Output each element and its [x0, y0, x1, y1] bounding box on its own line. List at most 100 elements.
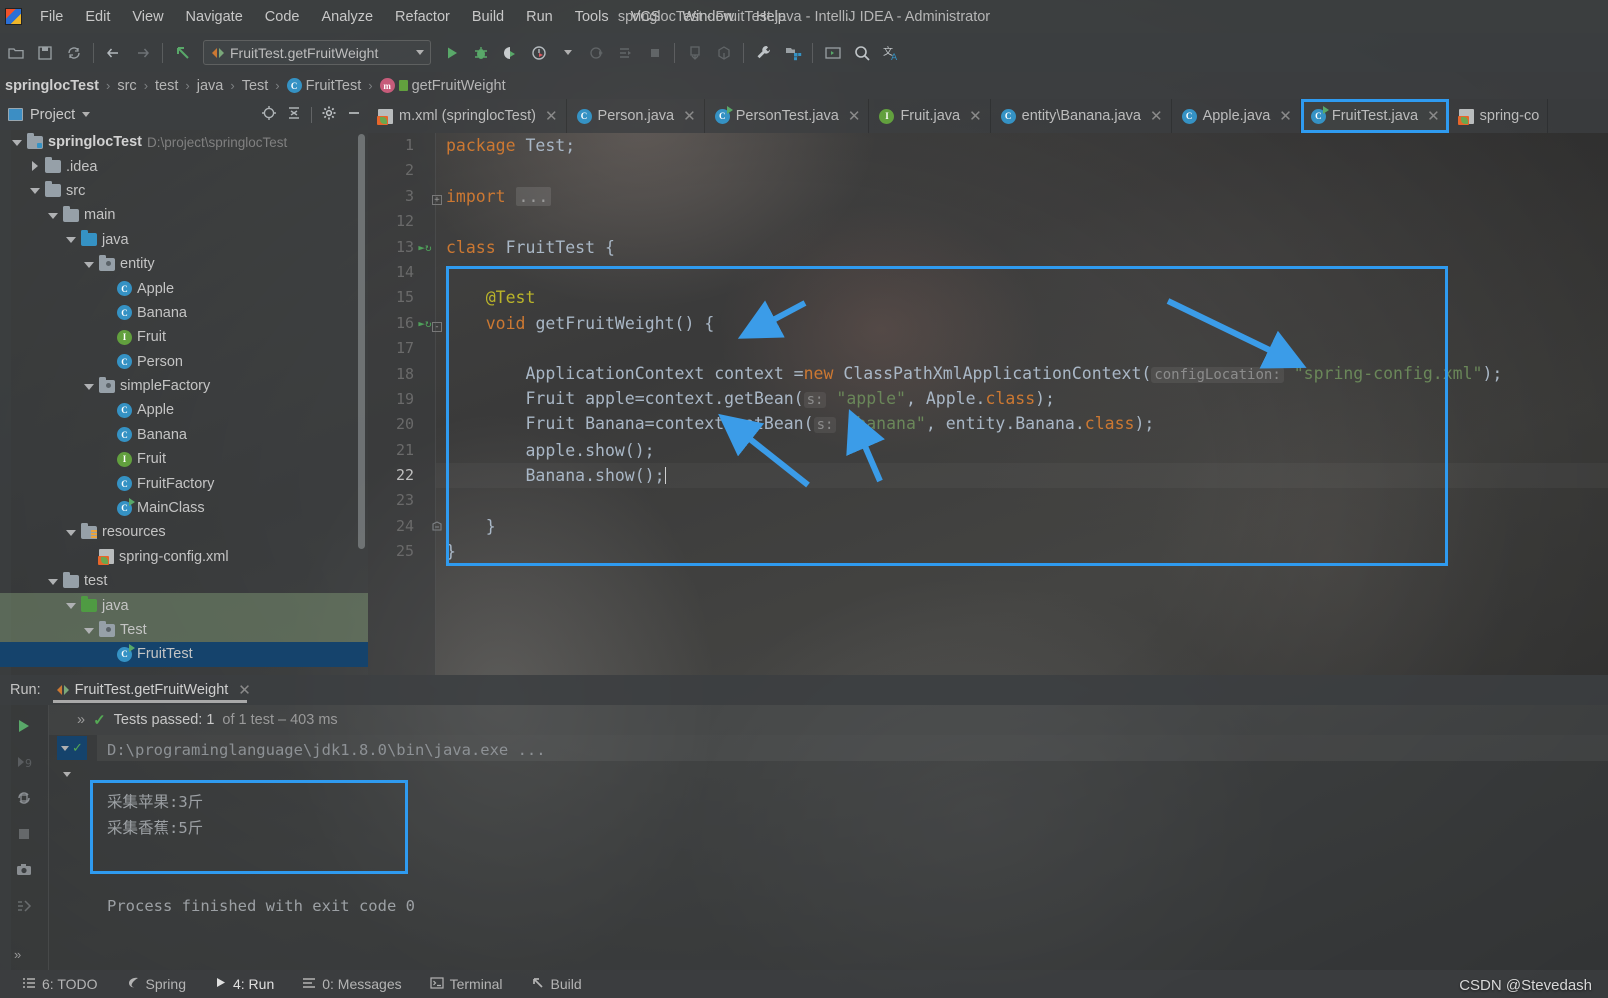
- menu-item-vcs[interactable]: VCS: [620, 5, 672, 29]
- attach-process-icon[interactable]: [583, 39, 610, 66]
- breadcrumb-item-fruittest[interactable]: C FruitTest: [284, 78, 365, 94]
- tree-item-fruittest[interactable]: C FruitTest: [0, 642, 368, 667]
- close-icon[interactable]: ✕: [683, 107, 696, 125]
- chevron-down-icon[interactable]: [65, 527, 76, 538]
- tree-item-test[interactable]: test: [0, 569, 368, 593]
- breadcrumb-item-test[interactable]: Test: [239, 78, 272, 94]
- back-arrow-icon[interactable]: [100, 39, 127, 66]
- settings-wrench-icon[interactable]: [750, 39, 777, 66]
- profiler-icon[interactable]: [525, 39, 552, 66]
- tree-item-java[interactable]: java: [0, 593, 368, 618]
- tree-item-fruit[interactable]: I Fruit: [0, 447, 368, 471]
- code-line[interactable]: 24 }: [368, 514, 1608, 539]
- breadcrumb-item-src[interactable]: src: [114, 78, 139, 94]
- open-icon[interactable]: [2, 39, 29, 66]
- code-line[interactable]: 12: [368, 209, 1608, 234]
- menu-item-window[interactable]: Window: [671, 5, 745, 29]
- chevron-down-icon[interactable]: [47, 576, 58, 587]
- menu-item-build[interactable]: Build: [461, 5, 515, 29]
- breadcrumb-item-java[interactable]: java: [194, 78, 227, 94]
- code-line[interactable]: 20 Fruit Banana=context.getBean(s: "bana…: [368, 412, 1608, 437]
- debug-icon[interactable]: [467, 39, 494, 66]
- code-content[interactable]: 1 package Test; 2 3 + import ... 12 13 ►↻ class F…: [368, 133, 1608, 675]
- code-line[interactable]: 23: [368, 488, 1608, 513]
- locate-icon[interactable]: [261, 105, 277, 125]
- editor-tab-spring-co[interactable]: spring-co: [1449, 99, 1549, 133]
- editor-tab-persontest-java[interactable]: C PersonTest.java ✕: [705, 99, 870, 133]
- console-output[interactable]: D:\programinglanguage\jdk1.8.0\bin\java.…: [49, 735, 1608, 970]
- project-tree-scrollbar[interactable]: [358, 134, 365, 549]
- menu-item-view[interactable]: View: [121, 5, 174, 29]
- editor-tab-m-xml--springloctest-[interactable]: m.xml (springlocTest) ✕: [368, 99, 567, 133]
- run-configuration-selector[interactable]: FruitTest.getFruitWeight: [203, 40, 431, 65]
- run-panel-side-toolbar[interactable]: 9: [0, 705, 48, 970]
- menu-item-run[interactable]: Run: [515, 5, 564, 29]
- commit-icon[interactable]: [710, 39, 737, 66]
- search-icon[interactable]: [848, 39, 875, 66]
- chevron-down-icon[interactable]: [83, 625, 94, 636]
- run-panel-tabbar[interactable]: Run: FruitTest.getFruitWeight ✕: [0, 675, 1608, 705]
- main-toolbar[interactable]: FruitTest.getFruitWeight 文 A: [0, 33, 1608, 72]
- code-fold-toggle[interactable]: +: [430, 184, 444, 209]
- code-line[interactable]: 19 Fruit apple=context.getBean(s: "apple…: [368, 387, 1608, 412]
- run-coverage-icon[interactable]: [496, 39, 523, 66]
- tree-item-simplefactory[interactable]: simpleFactory: [0, 374, 368, 398]
- code-line[interactable]: 21 apple.show();: [368, 438, 1608, 463]
- rerun-failed-icon[interactable]: 9: [13, 751, 35, 773]
- status-bar-item-6--todo[interactable]: 6: TODO: [8, 976, 112, 993]
- editor-tab-apple-java[interactable]: C Apple.java ✕: [1172, 99, 1301, 133]
- status-bar-item-4--run[interactable]: 4: Run: [200, 976, 288, 992]
- close-icon[interactable]: ✕: [238, 681, 251, 699]
- toggle-auto-test-icon[interactable]: [13, 787, 35, 809]
- breadcrumb[interactable]: springlocTest › src › test › java › Test › C FruitT…: [0, 72, 1608, 99]
- tree-item-springloctest[interactable]: springlocTest D:\project\springlocTest: [0, 130, 368, 154]
- chevron-down-icon[interactable]: [65, 600, 76, 611]
- status-bar-item-build[interactable]: Build: [517, 976, 596, 993]
- chevron-down-icon[interactable]: [65, 234, 76, 245]
- tree-item-apple[interactable]: C Apple: [0, 276, 368, 300]
- status-bar-item-0--messages[interactable]: 0: Messages: [288, 976, 415, 993]
- chevron-down-icon[interactable]: [83, 381, 94, 392]
- tree-item-apple[interactable]: C Apple: [0, 398, 368, 422]
- dump-threads-icon[interactable]: [13, 895, 35, 917]
- close-icon[interactable]: ✕: [1427, 107, 1440, 125]
- tree-item-person[interactable]: C Person: [0, 350, 368, 374]
- code-line[interactable]: 13 ►↻ class FruitTest {: [368, 235, 1608, 260]
- expand-icon[interactable]: »: [77, 712, 85, 728]
- status-bar-item-spring[interactable]: Spring: [112, 976, 200, 993]
- project-panel-title-group[interactable]: Project: [8, 107, 91, 123]
- status-bar-item-terminal[interactable]: Terminal: [416, 976, 517, 993]
- screenshot-icon[interactable]: [13, 859, 35, 881]
- menu-item-edit[interactable]: Edit: [74, 5, 121, 29]
- step-over-icon[interactable]: [612, 39, 639, 66]
- stop-icon[interactable]: [13, 823, 35, 845]
- code-line[interactable]: 15 @Test: [368, 285, 1608, 310]
- menu-item-navigate[interactable]: Navigate: [175, 5, 254, 29]
- code-editor[interactable]: 1 package Test; 2 3 + import ... 12 13 ►↻ class F…: [368, 133, 1608, 675]
- project-structure-icon[interactable]: [779, 39, 806, 66]
- code-line[interactable]: 14: [368, 260, 1608, 285]
- tree-item-banana[interactable]: C Banana: [0, 423, 368, 447]
- tree-item-entity[interactable]: entity: [0, 252, 368, 276]
- menu-item-tools[interactable]: Tools: [564, 5, 620, 29]
- collapse-all-icon[interactable]: [286, 105, 302, 125]
- breadcrumb-item-springloctest[interactable]: springlocTest: [2, 78, 102, 94]
- tree-item--idea[interactable]: .idea: [0, 154, 368, 178]
- editor-tab-fruittest-java[interactable]: C FruitTest.java ✕: [1300, 99, 1449, 133]
- project-tree[interactable]: springlocTest D:\project\springlocTest .id…: [0, 130, 368, 675]
- project-panel-actions[interactable]: [261, 105, 362, 125]
- run-icon[interactable]: [438, 39, 465, 66]
- code-line[interactable]: 1 package Test;: [368, 133, 1608, 158]
- run-gutter-icon[interactable]: ►↻: [418, 235, 432, 260]
- undo-icon[interactable]: [169, 39, 196, 66]
- menu-item-help[interactable]: Help: [745, 5, 797, 29]
- save-icon[interactable]: [31, 39, 58, 66]
- tree-item-fruit[interactable]: I Fruit: [0, 325, 368, 349]
- chevron-down-icon[interactable]: [83, 259, 94, 270]
- breadcrumb-item-getfruitweight[interactable]: m getFruitWeight: [377, 78, 509, 94]
- expand-chevron-icon[interactable]: »: [14, 947, 21, 962]
- hide-panel-icon[interactable]: [346, 105, 362, 125]
- rerun-icon[interactable]: [13, 715, 35, 737]
- forward-arrow-icon[interactable]: [129, 39, 156, 66]
- code-line[interactable]: 18 ApplicationContext context =new Class…: [368, 362, 1608, 387]
